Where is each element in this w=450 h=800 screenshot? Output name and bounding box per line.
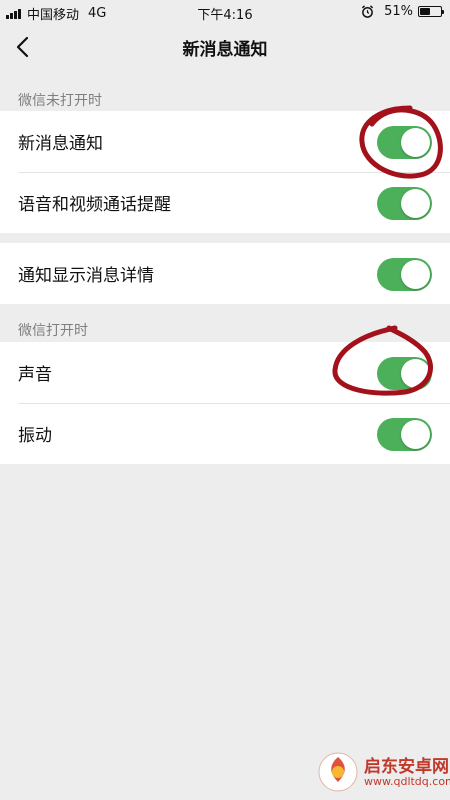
row-label: 振动	[18, 426, 52, 446]
nav-bar: 新消息通知	[0, 24, 450, 70]
section-header-when-closed: 微信未打开时	[18, 93, 102, 109]
toggle-knob	[401, 128, 430, 157]
group-notification-detail: 通知显示消息详情	[0, 243, 450, 304]
row-voice-video-call-reminder: 语音和视频通话提醒	[0, 172, 450, 233]
toggle-sound[interactable]	[377, 357, 432, 390]
row-label: 声音	[18, 365, 52, 385]
row-new-message-notification: 新消息通知	[0, 111, 450, 172]
toggle-voice-video-call-reminder[interactable]	[377, 187, 432, 220]
page-title: 新消息通知	[182, 40, 268, 60]
toggle-knob	[401, 359, 430, 388]
alarm-icon	[361, 5, 374, 18]
battery-percent: 51%	[384, 4, 413, 19]
toggle-knob	[401, 260, 430, 289]
watermark-url: www.qdltdq.com	[364, 775, 450, 788]
toggle-knob	[401, 420, 430, 449]
row-label: 新消息通知	[18, 134, 103, 154]
row-label: 语音和视频通话提醒	[18, 195, 171, 215]
row-label: 通知显示消息详情	[18, 266, 154, 286]
watermark-logo-icon	[318, 752, 358, 792]
battery-icon	[418, 6, 444, 17]
settings-screen: 中国移动 4G 下午4:16 51% 新消息通知 微信未打开时 新消息通知 语音…	[0, 0, 450, 800]
group-when-closed: 新消息通知 语音和视频通话提醒	[0, 111, 450, 233]
row-sound: 声音	[0, 342, 450, 403]
toggle-knob	[401, 189, 430, 218]
row-vibration: 振动	[0, 403, 450, 464]
toggle-show-message-details[interactable]	[377, 258, 432, 291]
battery-fill	[420, 8, 431, 15]
row-show-message-details: 通知显示消息详情	[0, 243, 450, 304]
watermark-name: 启东安卓网	[364, 757, 449, 777]
status-bar: 中国移动 4G 下午4:16 51%	[0, 0, 450, 24]
watermark: 启东安卓网 www.qdltdq.com	[316, 748, 450, 796]
status-right: 51%	[361, 4, 444, 19]
toggle-new-message-notification[interactable]	[377, 126, 432, 159]
section-header-when-open: 微信打开时	[18, 323, 88, 339]
group-when-open: 声音 振动	[0, 342, 450, 464]
toggle-vibration[interactable]	[377, 418, 432, 451]
